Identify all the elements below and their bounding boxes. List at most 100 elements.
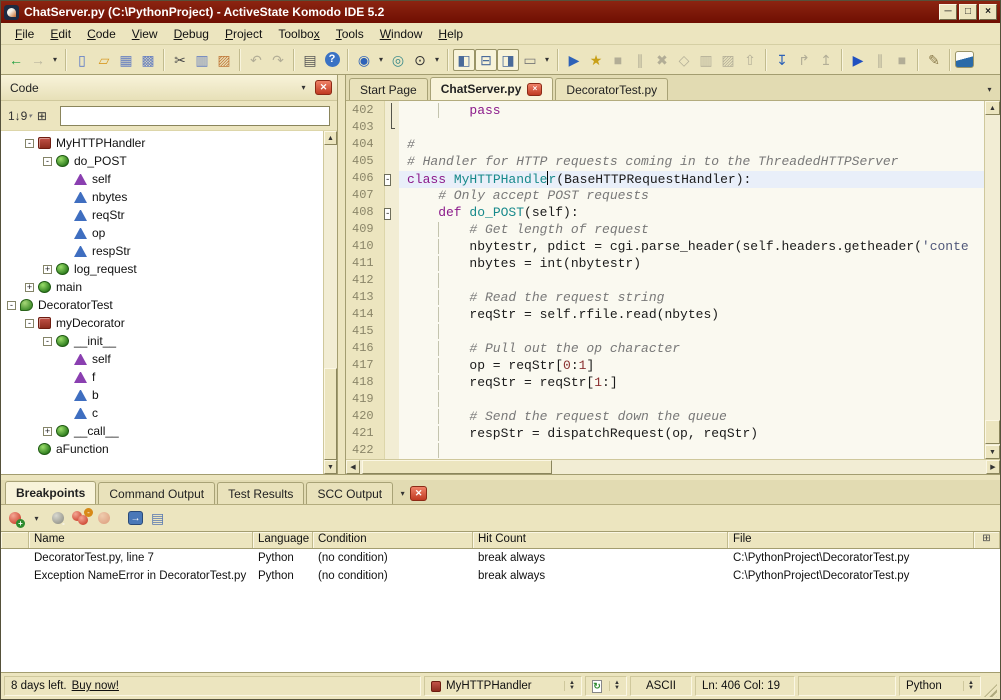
code-text[interactable]: class MyHTTPHandler(BaseHTTPRequestHandl… xyxy=(399,171,984,188)
menu-debug[interactable]: Debug xyxy=(166,24,217,44)
maximize-button[interactable]: □ xyxy=(959,4,977,20)
tree-item-logrequest[interactable]: +log_request xyxy=(1,260,323,278)
menu-help[interactable]: Help xyxy=(430,24,471,44)
delete-all-breakpoints-button[interactable]: - xyxy=(72,511,90,525)
code-editor[interactable]: 402 pass403404#405# Handler for HTTP req… xyxy=(346,101,984,459)
menu-view[interactable]: View xyxy=(124,24,166,44)
tree-item-MyHTTPHandler[interactable]: -MyHTTPHandler xyxy=(1,134,323,152)
column-header-file[interactable]: File xyxy=(728,532,974,548)
expand-icon[interactable]: + xyxy=(25,283,34,292)
code-text[interactable]: # Only accept POST requests xyxy=(399,188,984,205)
menu-code[interactable]: Code xyxy=(79,24,124,44)
resize-grip-icon[interactable] xyxy=(984,684,997,697)
column-header-hit-count[interactable]: Hit Count xyxy=(473,532,728,548)
fold-collapse-icon[interactable]: - xyxy=(384,208,391,220)
step-in-button[interactable]: ↧ xyxy=(771,49,793,71)
current-symbol-combo[interactable]: MyHTTPHandler ▲▼ xyxy=(424,676,582,696)
editor-hscrollbar[interactable]: ◀ ▶ xyxy=(346,459,1000,474)
debug-go-button[interactable]: ▶ xyxy=(563,49,585,71)
locate-symbol-button[interactable]: ⊞ xyxy=(37,109,47,123)
find-menu-icon[interactable]: ▾ xyxy=(431,49,443,71)
code-text[interactable]: # Send the request down the queue xyxy=(399,409,984,426)
column-picker-icon[interactable]: ⊞ xyxy=(974,532,1000,548)
tree-item-main[interactable]: +main xyxy=(1,278,323,296)
code-text[interactable]: reqStr = self.rfile.read(nbytes) xyxy=(399,307,984,324)
collapse-icon[interactable]: - xyxy=(25,139,34,148)
redo-button[interactable]: ↷ xyxy=(267,49,289,71)
open-folder-button[interactable]: ▱ xyxy=(93,49,115,71)
symbol-spinner-icon[interactable]: ▲▼ xyxy=(564,681,575,691)
scroll-thumb[interactable] xyxy=(362,460,552,474)
debug-new-session-button[interactable]: ★ xyxy=(585,49,607,71)
pause-button[interactable]: ∥ xyxy=(869,49,891,71)
collapse-icon[interactable]: - xyxy=(43,157,52,166)
tree-item-op[interactable]: op xyxy=(1,224,323,242)
code-text[interactable]: def do_POST(self): xyxy=(399,205,984,222)
fold-collapse-icon[interactable]: - xyxy=(384,174,391,186)
menu-project[interactable]: Project xyxy=(217,24,270,44)
code-text[interactable]: nbytestr, pdict = cgi.parse_header(self.… xyxy=(399,239,984,256)
tree-item-nbytes[interactable]: nbytes xyxy=(1,188,323,206)
copy-button[interactable]: ▥ xyxy=(191,49,213,71)
buy-now-link[interactable]: Buy now! xyxy=(72,680,119,692)
new-file-button[interactable]: ▯ xyxy=(71,49,93,71)
step-out-button[interactable]: ↥ xyxy=(815,49,837,71)
tree-item-init[interactable]: -__init__ xyxy=(1,332,323,350)
code-text[interactable] xyxy=(399,443,984,459)
go-to-source-button[interactable]: → xyxy=(128,511,143,525)
menu-tools[interactable]: Tools xyxy=(328,24,372,44)
code-text[interactable]: # Read the request string xyxy=(399,290,984,307)
language-spinner-icon[interactable]: ▲▼ xyxy=(963,681,974,691)
print-button[interactable]: ▤ xyxy=(299,49,321,71)
debug-detach-button[interactable]: ◇ xyxy=(673,49,695,71)
back-button[interactable]: ← xyxy=(5,49,27,71)
toggle-left-pane-button[interactable]: ◧ xyxy=(453,49,475,71)
tab-test-results[interactable]: Test Results xyxy=(217,482,304,504)
tree-item-reqStr[interactable]: reqStr xyxy=(1,206,323,224)
tree-item-myDecorator[interactable]: -myDecorator xyxy=(1,314,323,332)
find-button[interactable]: ⊙ xyxy=(409,49,431,71)
disable-breakpoint-button[interactable]: - xyxy=(52,512,64,524)
code-text[interactable]: # xyxy=(399,137,984,154)
forward-menu-icon[interactable]: ▾ xyxy=(49,49,61,71)
scroll-left-icon[interactable]: ◀ xyxy=(346,460,360,474)
tab-command-output[interactable]: Command Output xyxy=(98,482,215,504)
scroll-thumb[interactable] xyxy=(985,420,1000,444)
code-text[interactable]: # Pull out the op character xyxy=(399,341,984,358)
collapse-icon[interactable]: - xyxy=(7,301,16,310)
menu-window[interactable]: Window xyxy=(372,24,431,44)
scroll-down-icon[interactable]: ▼ xyxy=(985,445,1000,459)
code-text[interactable]: op = reqStr[0:1] xyxy=(399,358,984,375)
column-header-language[interactable]: Language xyxy=(253,532,313,548)
code-text[interactable]: pass xyxy=(399,103,984,120)
scroll-up-icon[interactable]: ▲ xyxy=(985,101,1000,115)
scroll-down-icon[interactable]: ▼ xyxy=(324,460,337,474)
tree-item-DecoratorTest[interactable]: -DecoratorTest xyxy=(1,296,323,314)
tab-list-icon[interactable]: ▾ xyxy=(982,82,997,96)
column-header-icon[interactable] xyxy=(1,532,29,548)
tree-item-self[interactable]: self xyxy=(1,350,323,368)
save-button[interactable]: ▦ xyxy=(115,49,137,71)
panel-menu-icon[interactable]: ▾ xyxy=(296,81,311,95)
close-button[interactable]: × xyxy=(979,4,997,20)
scroll-up-icon[interactable]: ▲ xyxy=(324,131,337,145)
menu-edit[interactable]: Edit xyxy=(42,24,79,44)
code-text[interactable]: nbytes = int(nbytestr) xyxy=(399,256,984,273)
sync-spinner-icon[interactable]: ▲▼ xyxy=(609,681,620,691)
expand-icon[interactable]: + xyxy=(43,427,52,436)
panes-menu-arrow-icon[interactable]: ▾ xyxy=(541,49,553,71)
macro-wand-button[interactable]: ✎ xyxy=(923,49,945,71)
code-text[interactable]: # Handler for HTTP requests coming in to… xyxy=(399,154,984,171)
tree-item-call[interactable]: +__call__ xyxy=(1,422,323,440)
collapse-icon[interactable]: - xyxy=(25,319,34,328)
browser-menu-icon[interactable]: ▾ xyxy=(375,49,387,71)
tab-start-page[interactable]: Start Page xyxy=(349,78,428,100)
stop-button[interactable]: ■ xyxy=(891,49,913,71)
add-breakpoint-button[interactable]: + xyxy=(9,512,21,524)
tree-item-doPOST[interactable]: -do_POST xyxy=(1,152,323,170)
encoding-indicator[interactable]: ASCII xyxy=(630,676,692,696)
toggle-bottom-pane-button[interactable]: ⊟ xyxy=(475,49,497,71)
collapse-icon[interactable]: - xyxy=(43,337,52,346)
code-text[interactable] xyxy=(399,120,984,137)
scroll-right-icon[interactable]: ▶ xyxy=(986,460,1000,474)
